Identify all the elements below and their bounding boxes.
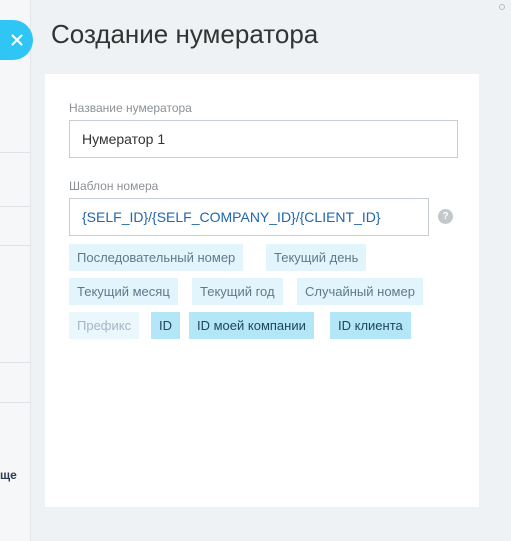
background-divider <box>0 152 30 153</box>
scroll-indicator <box>499 4 505 10</box>
background-divider <box>0 402 30 403</box>
tag-current-day[interactable]: Текущий день <box>266 244 367 271</box>
tag-current-month[interactable]: Текущий месяц <box>69 278 178 305</box>
tag-random-number[interactable]: Случайный номер <box>297 278 423 305</box>
background-divider <box>0 362 30 363</box>
close-icon <box>11 34 22 46</box>
number-template-input[interactable]: {SELF_ID}/{SELF_COMPANY_ID}/{CLIENT_ID} <box>69 198 429 236</box>
background-page: ще <box>0 0 31 541</box>
tag-id[interactable]: ID <box>151 312 180 339</box>
background-link-text[interactable]: ще <box>0 468 17 482</box>
tag-prefix[interactable]: Префикс <box>69 312 140 339</box>
background-divider <box>0 245 30 246</box>
numerator-name-label: Название нумератора <box>69 101 192 115</box>
numerator-name-input[interactable]: Нумератор 1 <box>69 120 458 158</box>
page-title: Создание нумератора <box>51 19 319 49</box>
slider-panel: Создание нумератора Название нумератора … <box>31 0 511 541</box>
tag-current-year[interactable]: Текущий год <box>192 278 283 305</box>
number-template-label: Шаблон номера <box>69 179 159 193</box>
numerator-form-card: Название нумератора Нумератор 1 Шаблон н… <box>45 74 479 507</box>
help-icon[interactable]: ? <box>438 209 453 224</box>
background-divider <box>0 206 30 207</box>
tag-client-id[interactable]: ID клиента <box>330 312 411 339</box>
tag-my-company-id[interactable]: ID моей компании <box>189 312 314 339</box>
tag-sequential-number[interactable]: Последовательный номер <box>69 244 244 271</box>
